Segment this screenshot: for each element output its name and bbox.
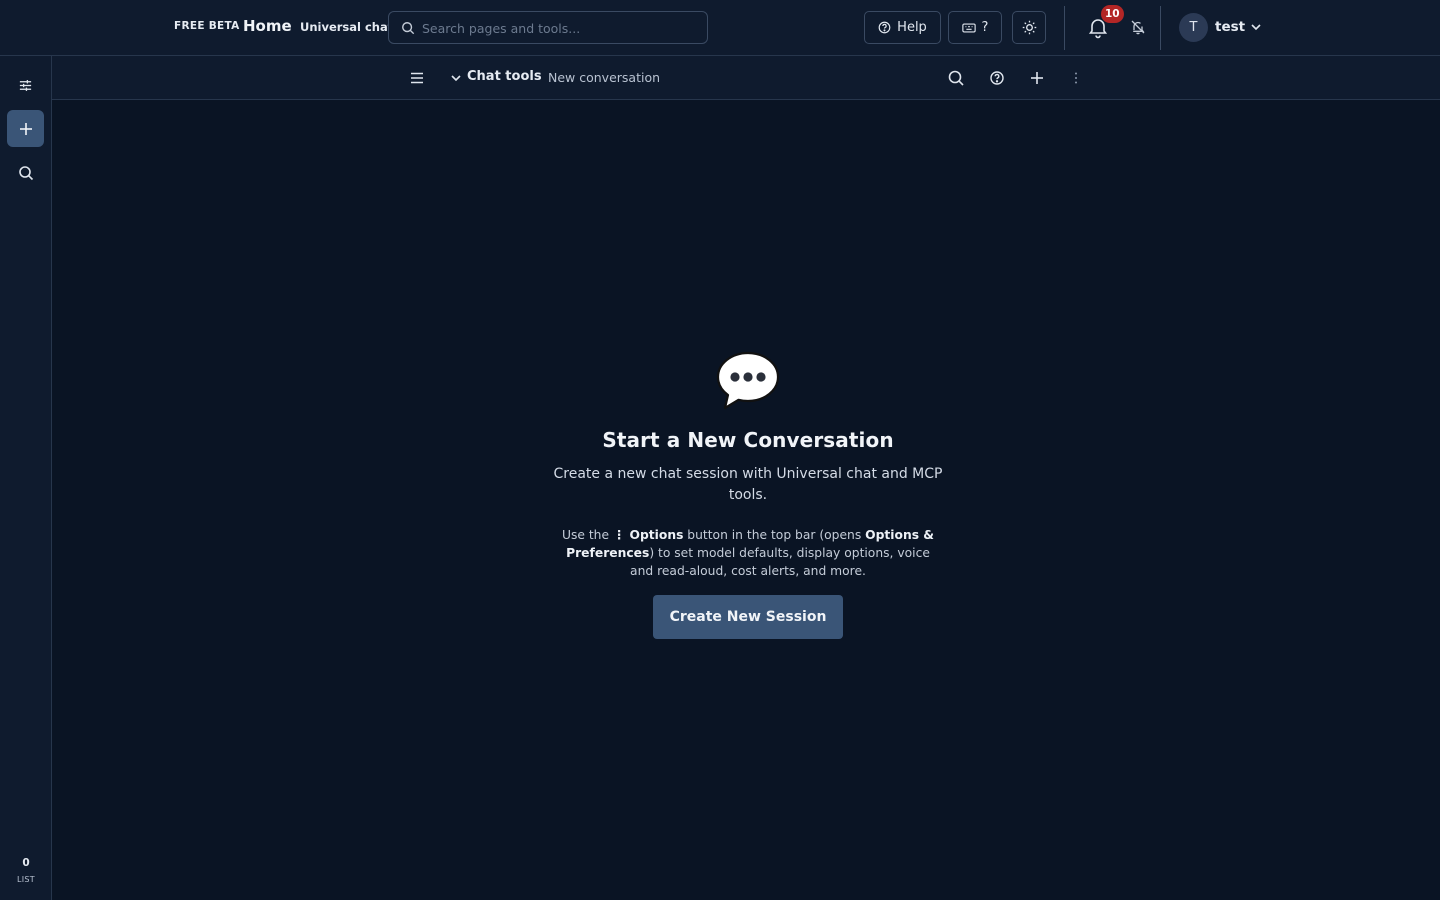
chevron-down-icon[interactable]: [1250, 21, 1262, 33]
speech-bubble-icon: [716, 351, 780, 410]
avatar[interactable]: T: [1179, 13, 1208, 42]
free-beta-badge: FREE BETA: [174, 20, 240, 32]
hint-text: Use the: [561, 528, 613, 542]
help-label: Help: [897, 20, 927, 35]
search-icon: [18, 165, 33, 180]
search-sessions-button[interactable]: [7, 154, 44, 191]
chat-main: Start a New Conversation Create a new ch…: [52, 100, 1440, 900]
hint-text: button in the top bar (opens: [683, 528, 866, 542]
top-bar: FREE BETA Home Universal chat Help ?: [0, 0, 1440, 56]
hint-options-label: ⋮ Options: [612, 528, 684, 542]
chevron-down-icon[interactable]: [450, 72, 462, 84]
filter-button[interactable]: [7, 67, 44, 104]
search-icon[interactable]: [947, 69, 965, 87]
empty-state: Start a New Conversation Create a new ch…: [548, 350, 948, 639]
chat-toolbar: Chat tools New conversation: [52, 56, 1440, 100]
sun-icon: [1022, 20, 1036, 35]
new-chat-button[interactable]: [7, 110, 44, 147]
notification-count-badge: 10: [1101, 5, 1124, 23]
empty-state-description: Create a new chat session with Universal…: [553, 466, 943, 503]
menu-icon[interactable]: [409, 70, 425, 86]
bell-off-icon[interactable]: [1130, 19, 1146, 35]
plus-icon: [19, 122, 32, 135]
theme-toggle-button[interactable]: [1012, 11, 1046, 44]
search-icon: [402, 22, 415, 35]
more-options-icon[interactable]: [1067, 69, 1085, 87]
list-label[interactable]: LIST: [0, 875, 52, 884]
sliders-icon: [19, 80, 32, 91]
search-input[interactable]: [422, 16, 702, 40]
help-button[interactable]: Help: [864, 11, 941, 44]
universal-chat-link[interactable]: Universal chat: [300, 20, 393, 34]
create-new-session-button[interactable]: Create New Session: [653, 595, 843, 639]
plus-icon[interactable]: [1028, 69, 1046, 87]
question-circle-icon[interactable]: [988, 69, 1006, 87]
topbar-divider: [1064, 6, 1065, 50]
topbar-divider: [1160, 6, 1161, 50]
user-name[interactable]: test: [1215, 19, 1245, 35]
conversation-title: New conversation: [548, 70, 661, 85]
session-count: 0: [22, 857, 30, 869]
keyboard-shortcuts-button[interactable]: ?: [948, 11, 1002, 44]
global-search[interactable]: [388, 11, 708, 44]
shortcuts-label: ?: [981, 20, 989, 35]
empty-state-title: Start a New Conversation: [602, 428, 894, 452]
keyboard-icon: [961, 22, 976, 33]
hint-text: ) to set model defaults, display options…: [630, 546, 930, 578]
question-circle-icon: [878, 21, 891, 34]
chat-tools-toggle[interactable]: Chat tools: [467, 69, 542, 84]
home-link[interactable]: Home: [243, 17, 292, 35]
empty-state-hint: Use the ⋮ Options button in the top bar …: [553, 526, 943, 580]
left-rail: 0 LIST: [0, 56, 52, 900]
